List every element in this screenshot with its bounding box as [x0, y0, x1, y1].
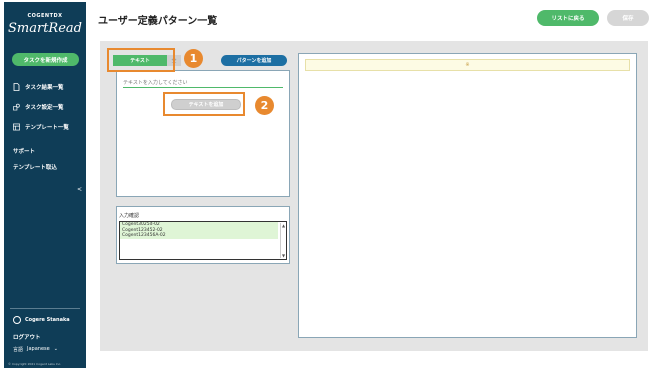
brand-logo: SmartRead	[8, 21, 82, 36]
sidebar-item-task-results[interactable]: タスク結果一覧	[13, 83, 64, 91]
language-selector[interactable]: 言語 Japanese ⌄	[13, 346, 58, 353]
page-title: ユーザー定義パターン一覧	[98, 16, 218, 27]
warning-banner: ※	[305, 59, 630, 71]
add-pattern-button[interactable]: パターンを追加	[221, 55, 287, 66]
copyright-text: © Copyright 2021 Cogent Labs Inc.	[8, 362, 62, 366]
template-icon	[13, 123, 20, 131]
sidebar-item-templates[interactable]: テンプレート一覧	[13, 123, 69, 131]
brand-top-text: COGENTDX	[27, 13, 63, 19]
sidebar-item-label: タスク結果一覧	[25, 85, 64, 91]
sidebar-item-task-settings[interactable]: タスク設定一覧	[13, 103, 64, 111]
sidebar-item-support[interactable]: サポート	[13, 147, 35, 155]
user-name: Cogere Stanaka	[25, 317, 70, 323]
scroll-up-icon[interactable]: ▲	[281, 223, 286, 228]
pattern-editor-panel	[116, 70, 290, 197]
language-label: 言語	[13, 347, 24, 353]
logout-link[interactable]: ログアウト	[13, 333, 41, 341]
callout-highlight-2	[163, 92, 245, 116]
callout-highlight-1	[107, 48, 175, 72]
sidebar-item-label: タスク設定一覧	[25, 105, 64, 111]
user-menu[interactable]: Cogere Stanaka	[13, 316, 70, 324]
sidebar-item-label: テンプレート一覧	[25, 125, 69, 131]
language-value: Japanese	[27, 346, 50, 352]
new-task-button[interactable]: タスクを新規作成	[12, 53, 79, 66]
confirm-textarea[interactable]: Cogent3025d-02 Cogent123452-02 Cogent123…	[119, 221, 287, 260]
confirm-line: Cogent123456A-02	[120, 233, 278, 239]
return-to-list-button[interactable]: リストに戻る	[537, 10, 599, 26]
sidebar: COGENTDX SmartRead タスクを新規作成 タスク結果一覧 タスク設…	[4, 2, 86, 368]
user-avatar-icon	[13, 316, 21, 324]
task-settings-icon	[13, 103, 20, 111]
sidebar-divider	[10, 308, 80, 309]
callout-badge-1: 1	[184, 49, 203, 68]
save-button[interactable]: 保存	[607, 10, 649, 26]
sidebar-item-template-import[interactable]: テンプレート取込	[13, 163, 57, 171]
pattern-list-panel	[298, 53, 637, 338]
warning-icon: ※	[465, 62, 470, 68]
confirm-scrollbar[interactable]: ▲ ▼	[280, 223, 285, 258]
scroll-down-icon[interactable]: ▼	[281, 253, 286, 258]
chevron-down-icon: ⌄	[53, 346, 58, 352]
text-input[interactable]	[123, 78, 283, 88]
confirm-label: 入力確認	[119, 213, 140, 219]
callout-badge-2: 2	[255, 96, 274, 115]
sidebar-collapse-icon[interactable]: <	[77, 186, 82, 193]
document-icon	[13, 83, 20, 91]
